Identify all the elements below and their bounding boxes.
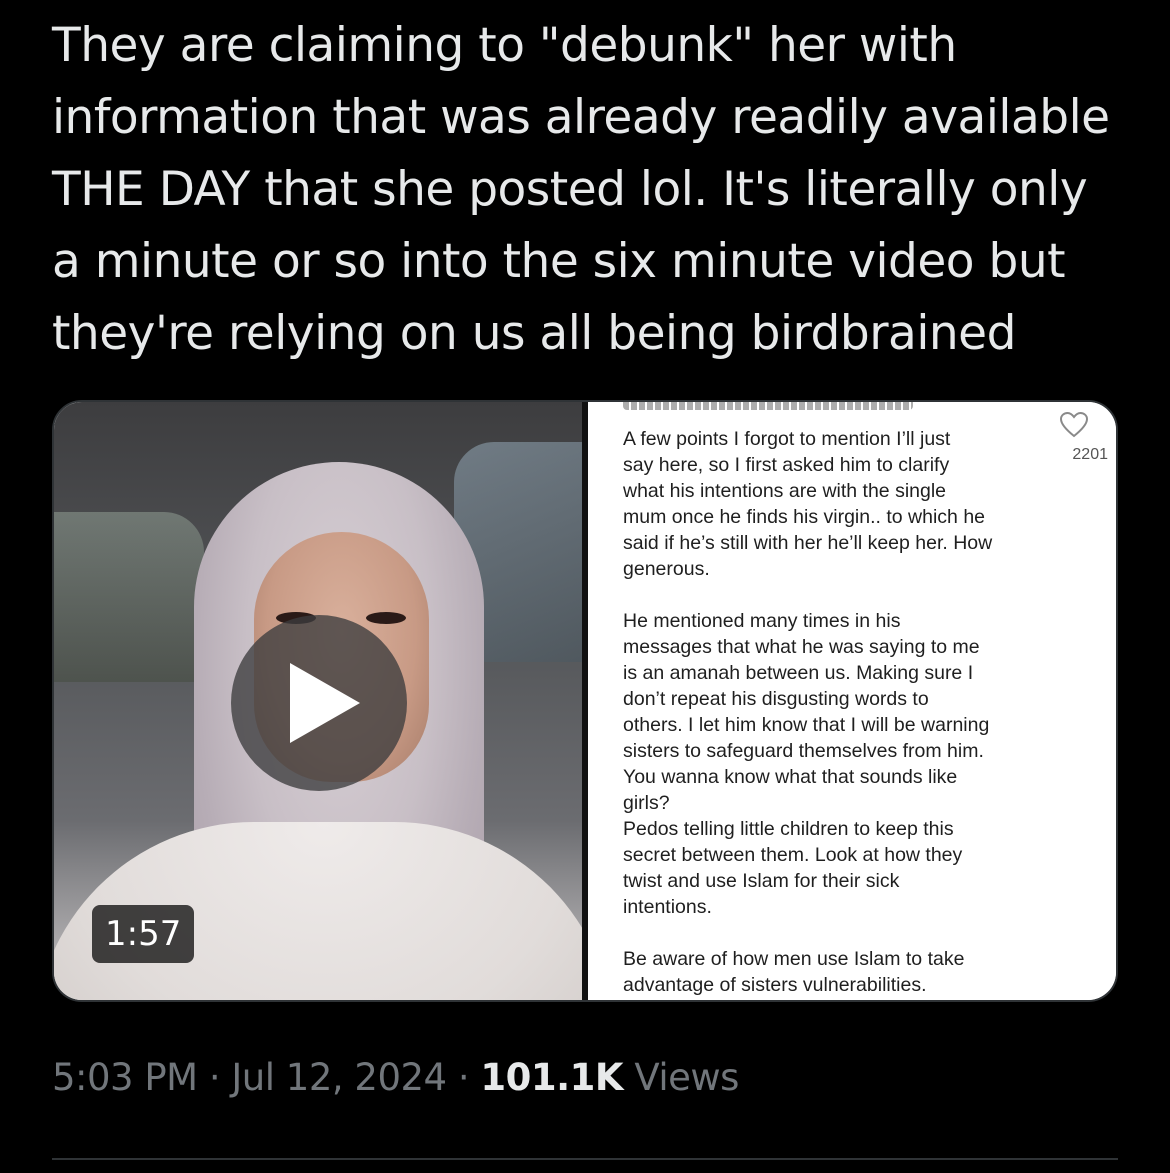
like-count: 2201 <box>1072 446 1108 463</box>
separator-dot: · <box>197 1056 232 1099</box>
comment-line: sisters to safeguard themselves from him… <box>623 740 984 762</box>
comment-line: is an amanah between us. Making sure I <box>623 662 974 684</box>
bottom-divider <box>52 1158 1118 1160</box>
tweet-text-line: THE DAY that she posted lol. It's litera… <box>52 162 1088 217</box>
comment-line: don’t repeat his disgusting words to <box>623 688 929 710</box>
tweet-text: They are claiming to "debunk" her with i… <box>52 10 1142 370</box>
separator-dot: · <box>446 1056 481 1099</box>
video-thumbnail[interactable]: 1:57 <box>54 402 584 1000</box>
comment-line: twist and use Islam for their sick <box>623 870 900 892</box>
comment-line: secret between them. Look at how they <box>623 844 963 866</box>
car-window-image <box>54 512 204 682</box>
views-label[interactable]: Views <box>634 1056 739 1099</box>
views-count[interactable]: 101.1K <box>480 1056 623 1099</box>
video-duration-badge: 1:57 <box>92 905 195 963</box>
comment-line: generous. <box>623 558 710 580</box>
comment-line: intentions. <box>623 896 712 918</box>
media-card[interactable]: 1:57 2201 A few points I forgot to menti… <box>52 400 1118 1002</box>
comment-screenshot[interactable]: 2201 A few points I forgot to mention I’… <box>588 402 1116 1000</box>
tweet-text-line: a minute or so into the six minute video… <box>52 234 1066 289</box>
comment-body: A few points I forgot to mention I’ll ju… <box>623 426 1053 998</box>
comment-line: mum once he finds his virgin.. to which … <box>623 506 986 528</box>
comment-line: Pedos telling little children to keep th… <box>623 818 954 840</box>
comment-line: what his intentions are with the single <box>623 480 947 502</box>
comment-line: said if he’s still with her he’ll keep h… <box>623 532 993 554</box>
comment-line: A few points I forgot to mention I’ll ju… <box>623 428 951 450</box>
cropped-username-line <box>623 402 913 410</box>
post-time[interactable]: 5:03 PM <box>52 1056 198 1099</box>
eye-image <box>366 612 406 624</box>
comment-line: say here, so I first asked him to clarif… <box>623 454 950 476</box>
play-button[interactable] <box>231 615 407 791</box>
play-icon <box>290 663 360 743</box>
comment-line: He mentioned many times in his <box>623 610 901 632</box>
comment-line: You wanna know what that sounds like <box>623 766 958 788</box>
heart-icon <box>1060 412 1088 438</box>
post-date[interactable]: Jul 12, 2024 <box>231 1056 447 1099</box>
tweet-text-line: they're relying on us all being birdbrai… <box>52 306 1016 361</box>
tweet-metadata: 5:03 PM · Jul 12, 2024 · 101.1K Views <box>52 1056 739 1099</box>
comment-line: girls? <box>623 792 670 814</box>
comment-line: advantage of sisters vulnerabilities. <box>623 974 927 996</box>
tweet-text-line: information that was already readily ava… <box>52 90 1110 145</box>
comment-line: others. I let him know that I will be wa… <box>623 714 990 736</box>
tweet-text-line: They are claiming to "debunk" her with <box>52 18 957 73</box>
comment-line: Be aware of how men use Islam to take <box>623 948 965 970</box>
comment-line: messages that what he was saying to me <box>623 636 980 658</box>
